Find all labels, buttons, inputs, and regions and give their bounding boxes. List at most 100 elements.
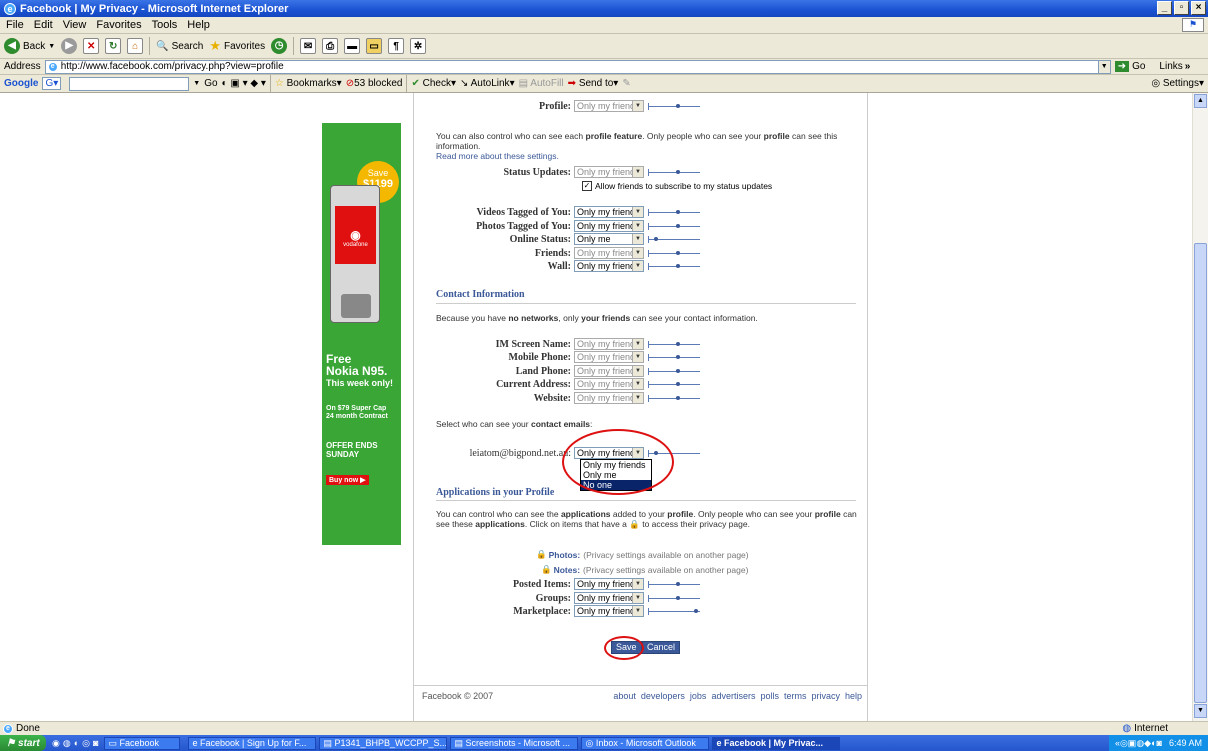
- address-input[interactable]: e http://www.facebook.com/privacy.php?vi…: [44, 59, 1111, 74]
- footer-link-about[interactable]: about: [613, 691, 636, 701]
- mobile-phone-select[interactable]: Only my friends ▼: [574, 351, 644, 363]
- home-icon[interactable]: ⌂: [127, 38, 144, 54]
- scroll-up-icon[interactable]: ▲: [1194, 94, 1207, 108]
- footer-link-help[interactable]: help: [845, 691, 862, 701]
- ad-headline-3: This week only!: [326, 378, 394, 388]
- research-icon[interactable]: ¶: [388, 38, 405, 54]
- taskbar-item[interactable]: ▤ Screenshots - Microsoft ...: [450, 736, 579, 750]
- tray-icons[interactable]: «◎▣◍◆◐◙: [1115, 738, 1162, 749]
- google-go-button[interactable]: Go: [204, 78, 217, 89]
- folder-icon[interactable]: ▭: [366, 38, 383, 54]
- footer-link-terms[interactable]: terms: [784, 691, 807, 701]
- bookmarks-button[interactable]: ☆ Bookmarks▾: [275, 78, 342, 89]
- taskbar-item[interactable]: ▭ Facebook: [104, 736, 181, 750]
- videos-tagged-select[interactable]: Only my friends ▼: [574, 206, 644, 218]
- friends-select[interactable]: Only my friends ▼: [574, 247, 644, 259]
- status-updates-select[interactable]: Only my friends ▼: [574, 166, 644, 178]
- privacy-slider: [648, 339, 700, 349]
- quick-launch-icons[interactable]: ◉◍◐◎◙: [52, 738, 101, 749]
- menu-file[interactable]: File: [6, 19, 24, 31]
- close-button[interactable]: ×: [1191, 1, 1206, 15]
- restore-button[interactable]: ▫: [1174, 1, 1189, 15]
- mail-icon[interactable]: ✉: [300, 38, 317, 54]
- chevron-right-icon[interactable]: »: [1185, 61, 1191, 72]
- website-select[interactable]: Only my friends ▼: [574, 392, 644, 404]
- popup-blocker-button[interactable]: ⊘53 blocked: [346, 78, 403, 89]
- search-button[interactable]: 🔍 Search: [156, 41, 203, 52]
- google-logo[interactable]: Google: [4, 78, 38, 89]
- page-done-icon: e: [3, 723, 13, 734]
- google-search-input[interactable]: [69, 76, 190, 91]
- notes-app-link[interactable]: Notes:: [554, 565, 580, 575]
- messenger-icon[interactable]: ✲: [410, 38, 427, 54]
- wall-select[interactable]: Only my friends ▼: [574, 260, 644, 272]
- footer-link-advertisers[interactable]: advertisers: [711, 691, 755, 701]
- profile-select[interactable]: Only my friends ▼: [574, 100, 644, 112]
- forward-button[interactable]: ▶: [61, 38, 78, 54]
- settings-button[interactable]: ◎ Settings▾: [1151, 78, 1204, 89]
- buy-now-button[interactable]: Buy now ▶: [326, 475, 369, 485]
- menu-edit[interactable]: Edit: [34, 19, 53, 31]
- scroll-thumb[interactable]: [1194, 243, 1207, 703]
- spell-check-button[interactable]: ✔ Check▾: [411, 78, 456, 89]
- start-button[interactable]: ⚑ start: [0, 735, 46, 751]
- im-screen-name-select[interactable]: Only my friends ▼: [574, 338, 644, 350]
- back-button[interactable]: ◀ Back ▼: [4, 38, 55, 54]
- menu-help[interactable]: Help: [187, 19, 210, 31]
- taskbar-item[interactable]: ▤ P1341_BHPB_WCCPP_S...: [319, 736, 448, 750]
- links-button[interactable]: Links: [1159, 61, 1182, 72]
- groups-select[interactable]: Only my friends ▼: [574, 592, 644, 604]
- go-arrow-icon[interactable]: ➜: [1114, 61, 1130, 72]
- footer-link-jobs[interactable]: jobs: [690, 691, 707, 701]
- menu-view[interactable]: View: [63, 19, 87, 31]
- menu-favorites[interactable]: Favorites: [96, 19, 141, 31]
- autofill-button[interactable]: ▤ AutoFill: [519, 78, 564, 89]
- vertical-scrollbar[interactable]: ▲ ▼: [1192, 93, 1208, 721]
- taskbar-item-active[interactable]: e Facebook | My Privac...: [712, 736, 841, 750]
- menu-tools[interactable]: Tools: [152, 19, 178, 31]
- cancel-button[interactable]: Cancel: [642, 641, 681, 654]
- history-icon[interactable]: ◷: [271, 38, 288, 54]
- autolink-button[interactable]: ↘ AutoLink▾: [460, 78, 515, 89]
- land-phone-select[interactable]: Only my friends ▼: [574, 365, 644, 377]
- photos-tagged-select[interactable]: Only my friends ▼: [574, 220, 644, 232]
- print-icon[interactable]: ⎙: [322, 38, 339, 54]
- ad-banner[interactable]: Save $1199 ◉ vodafone Free Nokia N95. Th…: [322, 123, 401, 545]
- subscribe-checkbox[interactable]: ✓: [582, 181, 592, 191]
- taskbar-item[interactable]: e Facebook | Sign Up for F...: [188, 736, 317, 750]
- standard-toolbar: ◀ Back ▼ ▶ ✕ ↻ ⌂ 🔍 Search ★ Favorites ◷ ✉ ⎙ …: [0, 34, 1208, 59]
- read-more-link[interactable]: Read more about these settings.: [436, 151, 559, 161]
- edit-icon[interactable]: ▬: [344, 38, 361, 54]
- marketplace-select[interactable]: Only my friends ▼: [574, 605, 644, 617]
- address-dropdown-icon[interactable]: ▼: [1097, 60, 1110, 73]
- refresh-icon[interactable]: ↻: [105, 38, 122, 54]
- send-to-button[interactable]: ➡ Send to▾: [568, 78, 619, 89]
- photos-app-link[interactable]: Photos:: [549, 550, 581, 560]
- footer-link-privacy[interactable]: privacy: [811, 691, 840, 701]
- footer-link-polls[interactable]: polls: [760, 691, 779, 701]
- annotation-circle-save: [604, 636, 644, 660]
- google-search-dropdown-icon[interactable]: ▼: [193, 80, 200, 87]
- stop-icon[interactable]: ✕: [83, 38, 100, 54]
- online-status-select[interactable]: Only me ▼: [574, 233, 644, 245]
- google-g-button[interactable]: G▾: [42, 77, 62, 90]
- scroll-down-icon[interactable]: ▼: [1194, 704, 1207, 718]
- privacy-slider: [648, 393, 700, 403]
- go-button[interactable]: Go: [1132, 61, 1145, 72]
- globe-icon: ◍: [1122, 723, 1132, 734]
- status-updates-label: Status Updates:: [503, 166, 571, 178]
- highlighter-icon[interactable]: ✎: [622, 78, 630, 89]
- window-titlebar: e Facebook | My Privacy - Microsoft Inter…: [0, 0, 1208, 17]
- app-row: Posted Items: Only my friends ▼: [414, 578, 700, 590]
- footer-link-developers[interactable]: developers: [641, 691, 685, 701]
- favorites-button[interactable]: ★ Favorites: [209, 38, 265, 54]
- privacy-slider: [648, 221, 700, 231]
- ie-task-icon: e: [192, 738, 198, 748]
- current-address-select[interactable]: Only my friends ▼: [574, 378, 644, 390]
- taskbar-item[interactable]: ◎ Inbox - Microsoft Outlook: [581, 736, 710, 750]
- annotation-circle-dropdown: [562, 429, 674, 495]
- google-tools-icons[interactable]: ◐ ▣ ▾ ◆ ▾: [222, 78, 266, 89]
- posted-items-select[interactable]: Only my friends ▼: [574, 578, 644, 590]
- minimize-button[interactable]: _: [1157, 1, 1172, 15]
- document-icon: ▤: [454, 737, 463, 748]
